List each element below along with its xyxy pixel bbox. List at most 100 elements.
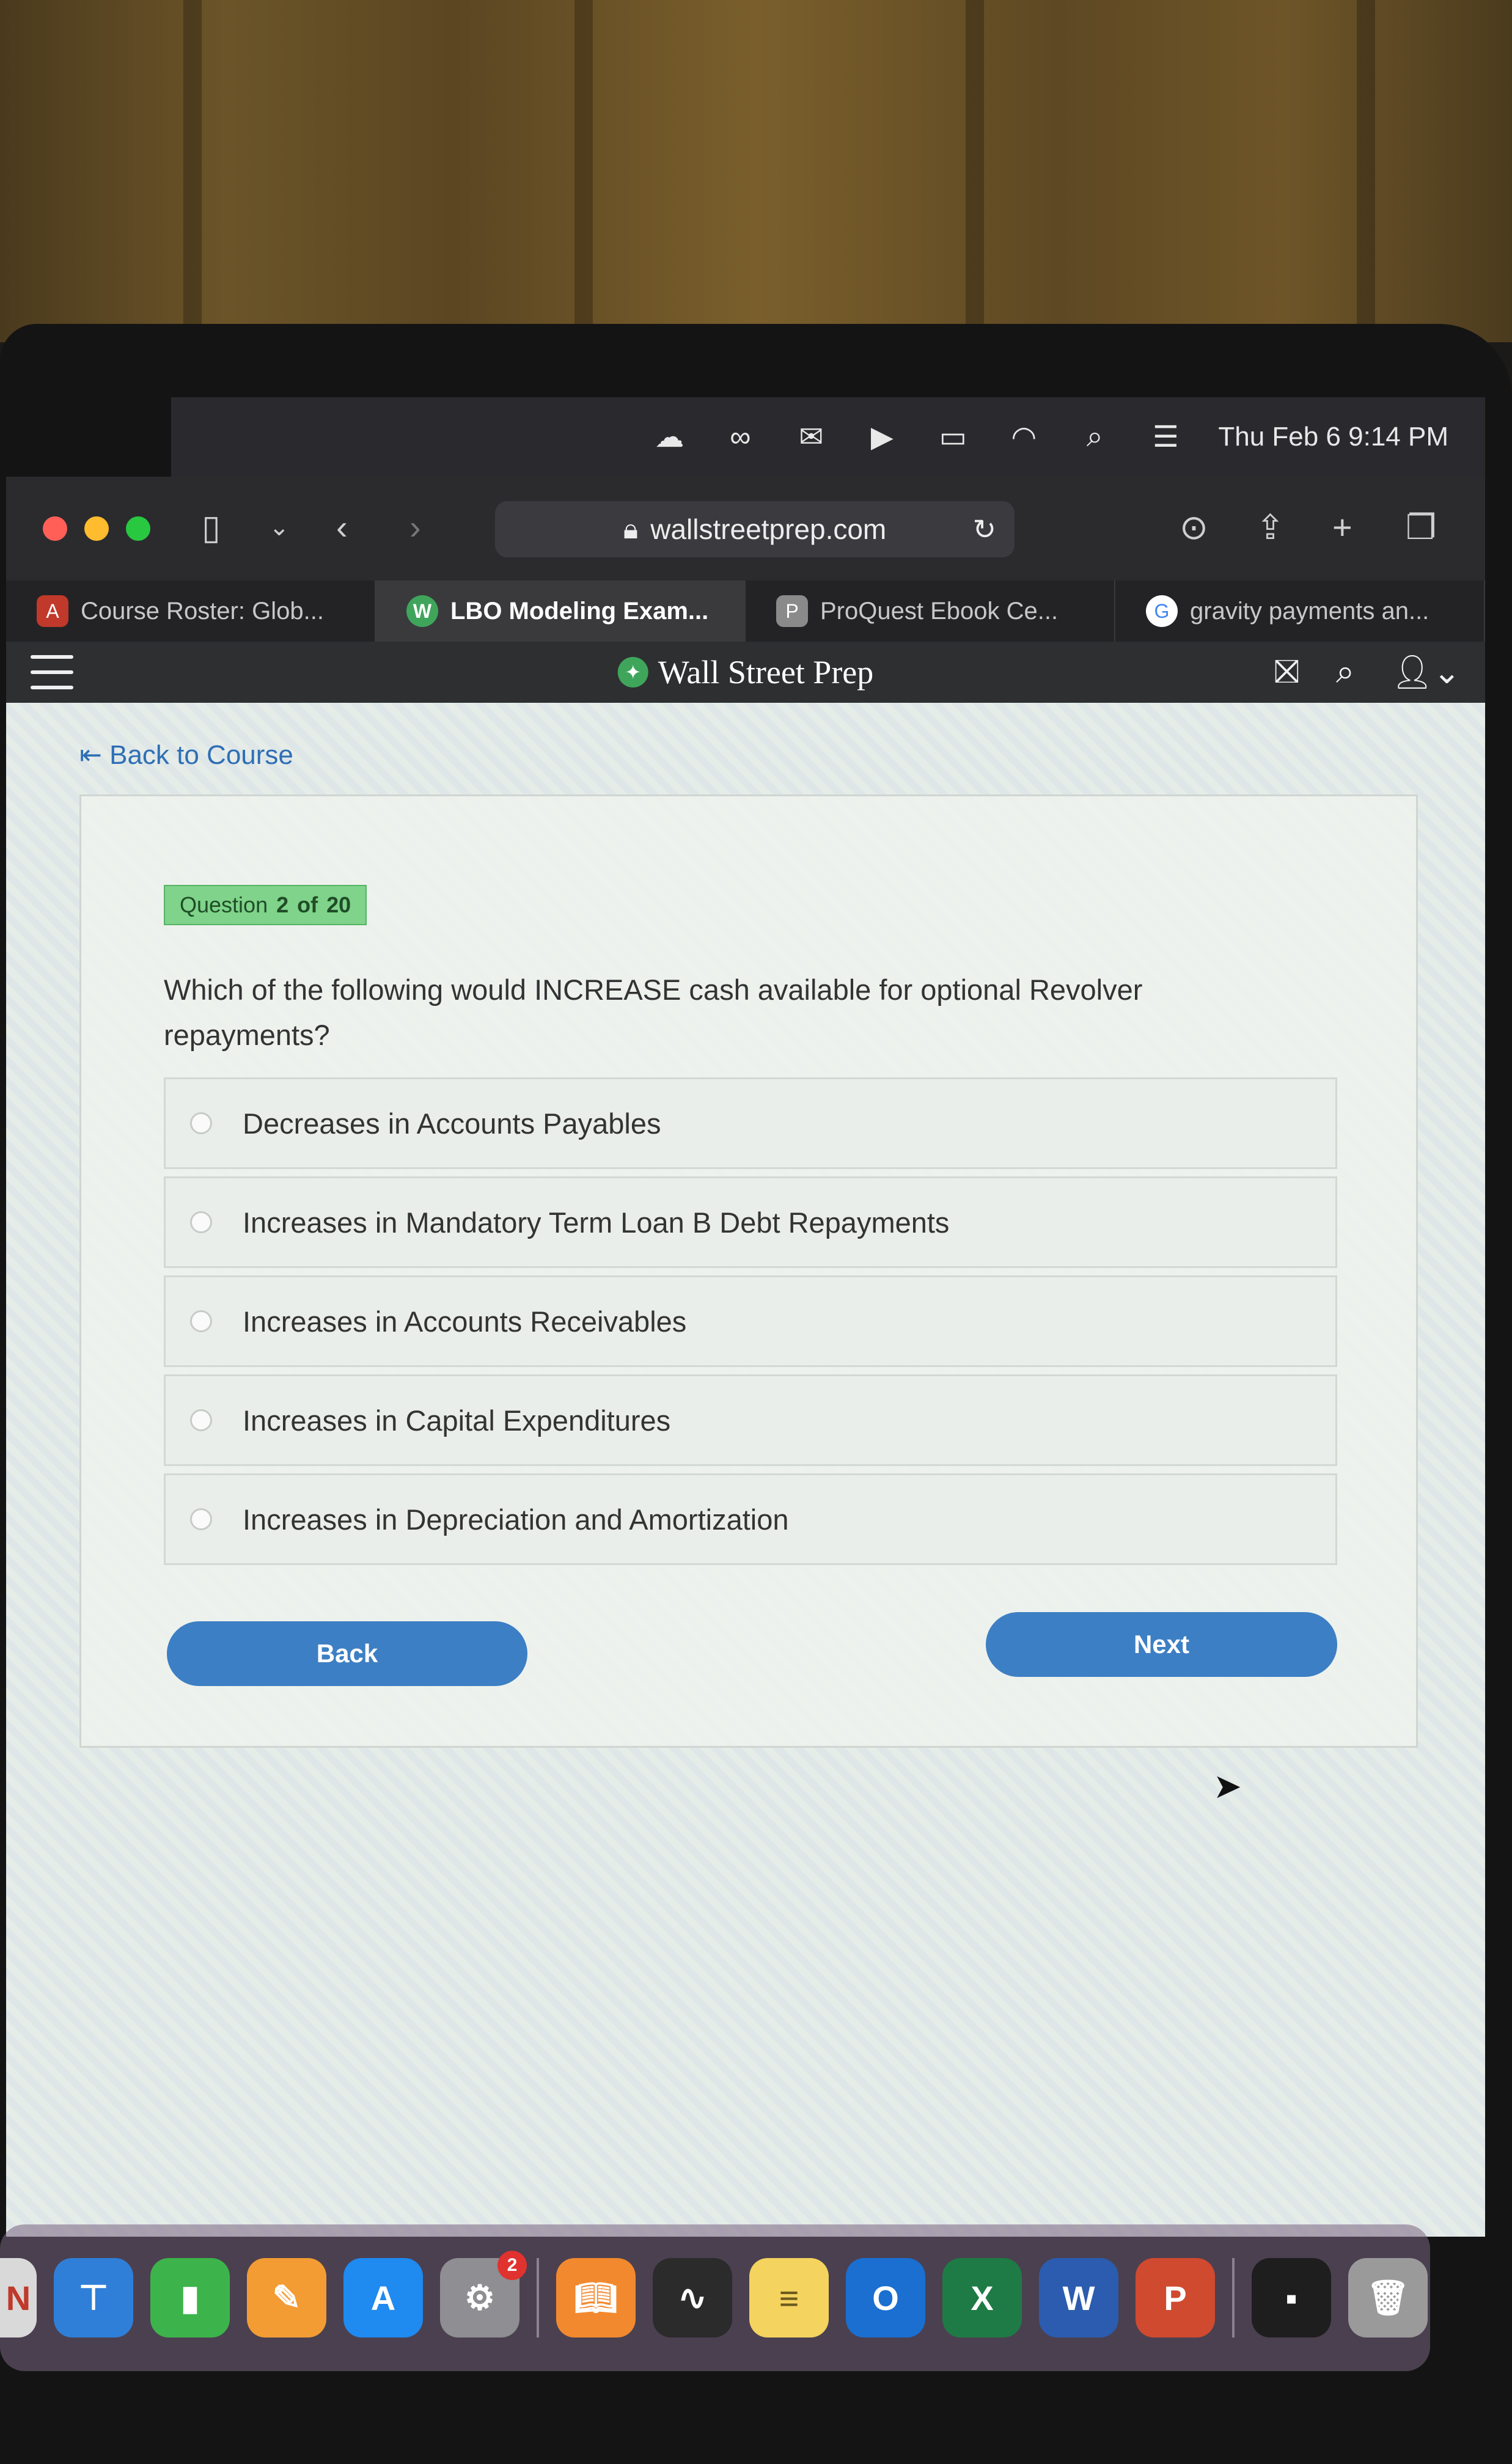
answer-option-label: Increases in Mandatory Term Loan B Debt … (243, 1206, 950, 1239)
chevron-down-icon[interactable]: ⌄ (269, 513, 290, 541)
back-button[interactable]: Back (167, 1621, 527, 1686)
download-icon[interactable]: ⊙ (1180, 507, 1208, 548)
dock-separator (1232, 2258, 1235, 2338)
tab-lbo-modeling-exam[interactable]: W LBO Modeling Exam... (376, 581, 746, 642)
answer-option-label: Increases in Capital Expenditures (243, 1404, 671, 1437)
play-icon[interactable]: ▶ (864, 419, 900, 455)
answer-option[interactable]: Increases in Mandatory Term Loan B Debt … (164, 1176, 1337, 1268)
zoom-window-button[interactable] (126, 516, 150, 541)
radio-button[interactable] (190, 1409, 212, 1431)
answer-option-label: Decreases in Accounts Payables (243, 1107, 661, 1140)
outlook-icon[interactable]: ✉ (793, 419, 829, 455)
tab-label: LBO Modeling Exam... (450, 597, 709, 625)
background-wall (0, 0, 1512, 342)
answer-option[interactable]: Decreases in Accounts Payables (164, 1077, 1337, 1169)
lock-icon: 🔒︎ (623, 513, 639, 544)
news-app-icon[interactable]: N (0, 2258, 37, 2338)
answer-option[interactable]: Increases in Capital Expenditures (164, 1374, 1337, 1466)
site-header-icons: ⛝ ⌕ 👤︎⌄ (1274, 653, 1461, 692)
question-text: Which of the following would INCREASE ca… (164, 974, 1143, 1051)
wifi-icon[interactable]: ◠ (1005, 419, 1042, 455)
back-arrow-icon[interactable]: ‹ (336, 507, 348, 547)
wall-street-prep-favicon-icon: W (406, 595, 438, 627)
search-icon[interactable]: ⌕ (1076, 419, 1113, 455)
answer-option[interactable]: Increases in Depreciation and Amortizati… (164, 1473, 1337, 1565)
tab-overview-icon[interactable]: ❐ (1406, 507, 1436, 548)
sidebar-icon[interactable]: ▯ (202, 507, 221, 548)
course-roster-favicon-icon: A (37, 595, 68, 627)
site-logo[interactable]: ✦ Wall Street Prep (617, 653, 874, 691)
menu-bar-clock[interactable]: Thu Feb 6 9:14 PM (1218, 422, 1448, 452)
wall-street-prep-logo-icon: ✦ (617, 657, 648, 688)
gift-icon[interactable]: ⛝ (1274, 653, 1299, 692)
proquest-favicon-icon: P (776, 595, 808, 627)
outlook-app-icon[interactable]: O (846, 2258, 925, 2338)
back-to-course-label: Back to Course (109, 740, 293, 770)
browser-window: ▯ ⌄ ‹ › 🔒︎ wallstreetprep.com ↻ ⊙ ⇪ + ❐ … (6, 477, 1485, 2237)
dock: N ⊤ ▮ ✎ A ⚙ 2 📖︎ ∿ ≡ O X W P ▪ 🗑︎ (0, 2224, 1512, 2371)
dock-separator (537, 2258, 539, 2338)
mouse-cursor-icon: ➤ (1213, 1767, 1242, 1805)
answer-option[interactable]: Increases in Accounts Receivables (164, 1275, 1337, 1367)
reload-icon[interactable]: ↻ (972, 513, 996, 546)
minimize-window-button[interactable] (84, 516, 109, 541)
cloud-icon[interactable]: ☁ (651, 419, 688, 455)
notification-badge: 2 (497, 2251, 527, 2280)
tab-label: Course Roster: Glob... (81, 597, 324, 625)
app-store-icon[interactable]: A (343, 2258, 423, 2338)
keynote-app-icon[interactable]: ⊤ (54, 2258, 133, 2338)
question-current-number: 2 (276, 892, 289, 917)
back-to-course-link[interactable]: ⇤ Back to Course (79, 739, 293, 771)
notes-app-icon[interactable]: ≡ (749, 2258, 829, 2338)
excel-app-icon[interactable]: X (942, 2258, 1022, 2338)
radio-button[interactable] (190, 1211, 212, 1233)
finder-window-icon[interactable]: ▪ (1252, 2258, 1331, 2338)
answer-options: Decreases in Accounts Payables Increases… (164, 1077, 1337, 1572)
forward-arrow-icon[interactable]: › (409, 507, 421, 547)
new-tab-icon[interactable]: + (1332, 507, 1352, 547)
page-content: ⇤ Back to Course Question 2 of 20 Which … (6, 703, 1485, 2237)
hamburger-menu-icon[interactable] (31, 655, 73, 689)
word-app-icon[interactable]: W (1039, 2258, 1118, 2338)
next-button[interactable]: Next (986, 1612, 1337, 1677)
brand-name: Wall Street Prep (658, 654, 874, 691)
control-center-icon[interactable]: ☰ (1147, 419, 1184, 455)
tab-label: gravity payments an... (1190, 597, 1429, 625)
menu-bar: ☁ ∞ ✉ ▶ ▭ ◠ ⌕ ☰ Thu Feb 6 9:14 PM (171, 397, 1485, 477)
trash-icon[interactable]: 🗑︎ (1348, 2258, 1428, 2338)
question-progress-badge: Question 2 of 20 (164, 885, 367, 925)
tab-course-roster[interactable]: A Course Roster: Glob... (6, 581, 376, 642)
battery-icon[interactable]: ▭ (934, 419, 971, 455)
powerpoint-app-icon[interactable]: P (1136, 2258, 1215, 2338)
address-bar-url: wallstreetprep.com (650, 513, 887, 545)
radio-button[interactable] (190, 1112, 212, 1134)
google-favicon-icon: G (1146, 595, 1178, 627)
question-total-number: 20 (326, 892, 351, 917)
back-arrow-icon: ⇤ (79, 740, 110, 770)
tab-proquest[interactable]: P ProQuest Ebook Ce... (746, 581, 1115, 642)
user-account-icon[interactable]: 👤︎⌄ (1391, 653, 1461, 692)
radio-button[interactable] (190, 1508, 212, 1530)
radio-button[interactable] (190, 1310, 212, 1332)
stocks-app-icon[interactable]: ∿ (653, 2258, 732, 2338)
question-badge-prefix: Question (180, 892, 268, 917)
search-icon[interactable]: ⌕ (1336, 653, 1354, 692)
numbers-app-icon[interactable]: ▮ (150, 2258, 230, 2338)
pages-app-icon[interactable]: ✎ (247, 2258, 326, 2338)
tab-label: ProQuest Ebook Ce... (820, 597, 1059, 625)
close-window-button[interactable] (43, 516, 67, 541)
creative-cloud-icon[interactable]: ∞ (722, 419, 758, 455)
question-of-label: of (297, 892, 318, 917)
window-controls (43, 516, 150, 541)
tab-google-search[interactable]: G gravity payments an... (1115, 581, 1485, 642)
answer-option-label: Increases in Depreciation and Amortizati… (243, 1503, 789, 1536)
browser-toolbar: ▯ ⌄ ‹ › 🔒︎ wallstreetprep.com ↻ ⊙ ⇪ + ❐ (6, 477, 1485, 581)
tab-bar: A Course Roster: Glob... W LBO Modeling … (6, 581, 1485, 642)
site-header: ✦ Wall Street Prep ⛝ ⌕ 👤︎⌄ (6, 642, 1485, 703)
share-icon[interactable]: ⇪ (1256, 507, 1285, 548)
system-settings-icon[interactable]: ⚙ 2 (440, 2251, 527, 2338)
address-bar[interactable]: 🔒︎ wallstreetprep.com ↻ (495, 501, 1015, 557)
question-card: Question 2 of 20 Which of the following … (79, 794, 1418, 1748)
answer-option-label: Increases in Accounts Receivables (243, 1305, 687, 1338)
books-app-icon[interactable]: 📖︎ (556, 2258, 636, 2338)
